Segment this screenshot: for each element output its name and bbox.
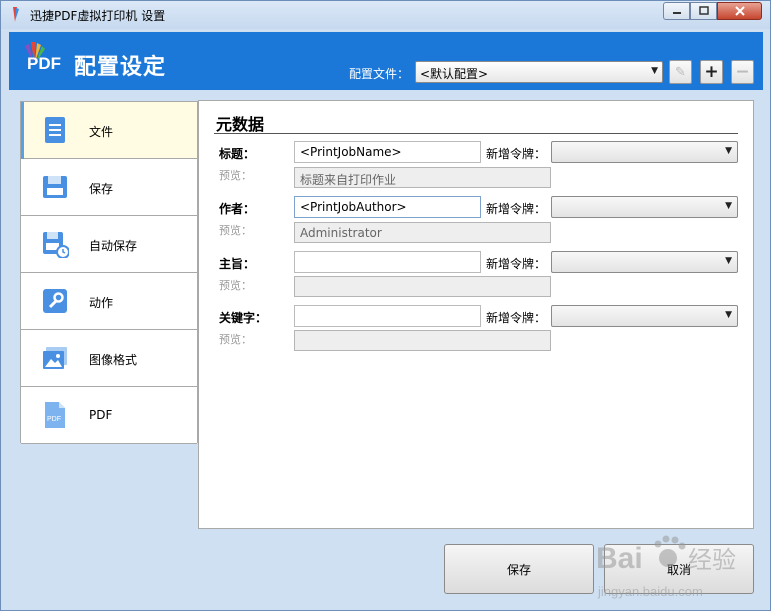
profile-select-value: <默认配置> xyxy=(420,67,489,81)
sidebar: 文件 保存 自动保存 动作 图像格式 PDF PDF xyxy=(20,101,198,444)
maximize-button[interactable] xyxy=(690,2,717,20)
plus-icon: + xyxy=(704,62,719,82)
maximize-icon xyxy=(698,6,709,15)
author-input[interactable] xyxy=(294,196,481,218)
subject-label: 主旨： xyxy=(219,257,256,271)
chevron-down-icon: ▼ xyxy=(725,310,732,320)
profile-select[interactable]: <默认配置> ▼ xyxy=(415,61,663,83)
chevron-down-icon: ▼ xyxy=(725,256,732,266)
title-preview: 标题来自打印作业 xyxy=(294,167,551,188)
title-token-label: 新增令牌： xyxy=(486,147,547,161)
minimize-icon xyxy=(672,12,681,14)
author-token-select[interactable]: ▼ xyxy=(551,196,738,218)
app-icon xyxy=(13,7,19,22)
profile-label: 配置文件： xyxy=(349,67,410,81)
remove-profile-button[interactable]: − xyxy=(731,60,754,84)
minimize-button[interactable] xyxy=(663,2,690,20)
sidebar-item-autosave[interactable]: 自动保存 xyxy=(21,216,197,273)
svg-text:PDF: PDF xyxy=(47,416,61,423)
edit-profile-button[interactable]: ✎ xyxy=(669,60,692,84)
sidebar-item-image-format[interactable]: 图像格式 xyxy=(21,330,197,387)
sidebar-item-pdf[interactable]: PDF PDF xyxy=(21,387,197,444)
title-label: 标题： xyxy=(219,147,256,161)
title-input[interactable] xyxy=(294,141,481,163)
author-token-label: 新增令牌： xyxy=(486,202,547,216)
title-preview-label: 预览： xyxy=(219,169,252,182)
keywords-input[interactable] xyxy=(294,305,481,327)
subject-token-select[interactable]: ▼ xyxy=(551,251,738,273)
keywords-label: 关键字： xyxy=(219,311,268,325)
settings-window: 迅捷PDF虚拟打印机 设置 PDF 配置设定 配置文件： <默认配置> ▼ ✎ … xyxy=(0,0,771,611)
autosave-clock-icon xyxy=(43,232,69,258)
sidebar-item-label: 保存 xyxy=(89,182,114,196)
title-bar[interactable]: 迅捷PDF虚拟打印机 设置 xyxy=(1,1,770,29)
subject-preview xyxy=(294,276,551,297)
add-profile-button[interactable]: + xyxy=(700,60,723,84)
save-disk-icon xyxy=(43,176,67,198)
section-title: 元数据 xyxy=(216,115,265,134)
save-button[interactable]: 保存 xyxy=(444,544,594,594)
chevron-down-icon: ▼ xyxy=(725,201,732,211)
sidebar-item-label: 图像格式 xyxy=(89,353,138,367)
sidebar-item-label: 文件 xyxy=(89,125,114,139)
title-token-select[interactable]: ▼ xyxy=(551,141,738,163)
sidebar-item-label: 动作 xyxy=(89,296,114,310)
keywords-preview xyxy=(294,330,551,351)
subject-input[interactable] xyxy=(294,251,481,273)
chevron-down-icon: ▼ xyxy=(725,146,732,156)
pencil-icon: ✎ xyxy=(675,64,686,80)
section-divider xyxy=(214,133,738,134)
sidebar-item-document[interactable]: 文件 xyxy=(21,102,197,159)
pdf-file-icon: PDF xyxy=(45,402,65,428)
keywords-preview-label: 预览： xyxy=(219,333,252,346)
subject-preview-label: 预览： xyxy=(219,279,252,292)
sidebar-item-label: 自动保存 xyxy=(89,239,138,253)
author-label: 作者： xyxy=(219,202,256,216)
close-button[interactable] xyxy=(717,2,762,20)
metadata-panel: 元数据 标题： 新增令牌： ▼ 预览： 标题来自打印作业 作者： 新增令牌： ▼… xyxy=(198,100,754,529)
sidebar-item-actions[interactable]: 动作 xyxy=(21,273,197,330)
keywords-token-label: 新增令牌： xyxy=(486,311,547,325)
header-banner: PDF 配置设定 配置文件： <默认配置> ▼ ✎ + − xyxy=(9,32,763,90)
sidebar-item-save[interactable]: 保存 xyxy=(21,159,197,216)
image-icon xyxy=(43,347,67,369)
keywords-token-select[interactable]: ▼ xyxy=(551,305,738,327)
sidebar-item-label: PDF xyxy=(89,408,113,422)
chevron-down-icon: ▼ xyxy=(651,66,658,76)
author-preview: Administrator xyxy=(294,222,551,243)
window-title: 迅捷PDF虚拟打印机 设置 xyxy=(30,9,166,23)
cancel-button[interactable]: 取消 xyxy=(604,544,754,594)
document-icon xyxy=(45,117,65,143)
wrench-icon xyxy=(43,289,67,313)
minus-icon: − xyxy=(735,62,750,82)
subject-token-label: 新增令牌： xyxy=(486,257,547,271)
page-title: 配置设定 xyxy=(74,55,167,80)
logo-text: PDF xyxy=(27,54,61,73)
close-icon xyxy=(734,6,745,16)
author-preview-label: 预览： xyxy=(219,224,252,237)
